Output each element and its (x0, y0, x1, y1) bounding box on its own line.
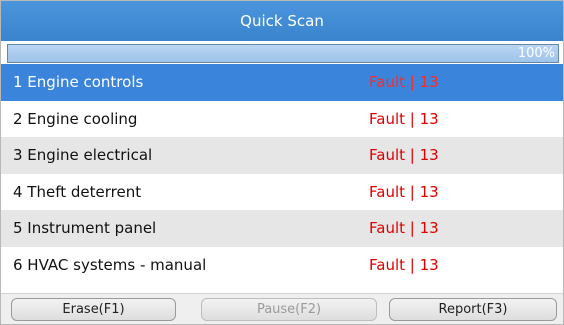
system-name: 3 Engine electrical (13, 146, 153, 165)
quick-scan-window: Quick Scan 100% 1 Engine controls Fault … (0, 0, 564, 325)
report-button[interactable]: Report(F3) (389, 298, 557, 321)
fault-status: Fault | 13 (369, 255, 439, 274)
footer-toolbar: Erase(F1) Pause(F2) Report(F3) (1, 293, 563, 324)
progress-fill (8, 45, 558, 62)
title-bar: Quick Scan (1, 1, 563, 41)
system-name: 2 Engine cooling (13, 109, 138, 128)
progress-label: 100% (517, 46, 555, 61)
list-item[interactable]: 5 Instrument panel Fault | 13 (1, 210, 563, 247)
fault-status: Fault | 13 (369, 109, 439, 128)
list-item[interactable]: 4 Theft deterrent Fault | 13 (1, 173, 563, 210)
system-list: 1 Engine controls Fault | 13 2 Engine co… (1, 64, 563, 283)
list-item[interactable]: 1 Engine controls Fault | 13 (1, 64, 563, 101)
fault-status: Fault | 13 (369, 73, 439, 92)
system-name: 5 Instrument panel (13, 219, 157, 238)
system-name: 6 HVAC systems - manual (13, 255, 207, 274)
fault-status: Fault | 13 (369, 182, 439, 201)
pause-button[interactable]: Pause(F2) (201, 298, 377, 321)
fault-status: Fault | 13 (369, 219, 439, 238)
list-item[interactable]: 6 HVAC systems - manual Fault | 13 (1, 246, 563, 283)
list-item[interactable]: 3 Engine electrical Fault | 13 (1, 137, 563, 174)
page-title: Quick Scan (240, 12, 324, 30)
scan-progress-bar: 100% (7, 44, 559, 63)
system-name: 4 Theft deterrent (13, 182, 142, 201)
erase-button[interactable]: Erase(F1) (11, 298, 176, 321)
list-item[interactable]: 2 Engine cooling Fault | 13 (1, 100, 563, 137)
fault-status: Fault | 13 (369, 146, 439, 165)
system-name: 1 Engine controls (13, 73, 144, 92)
